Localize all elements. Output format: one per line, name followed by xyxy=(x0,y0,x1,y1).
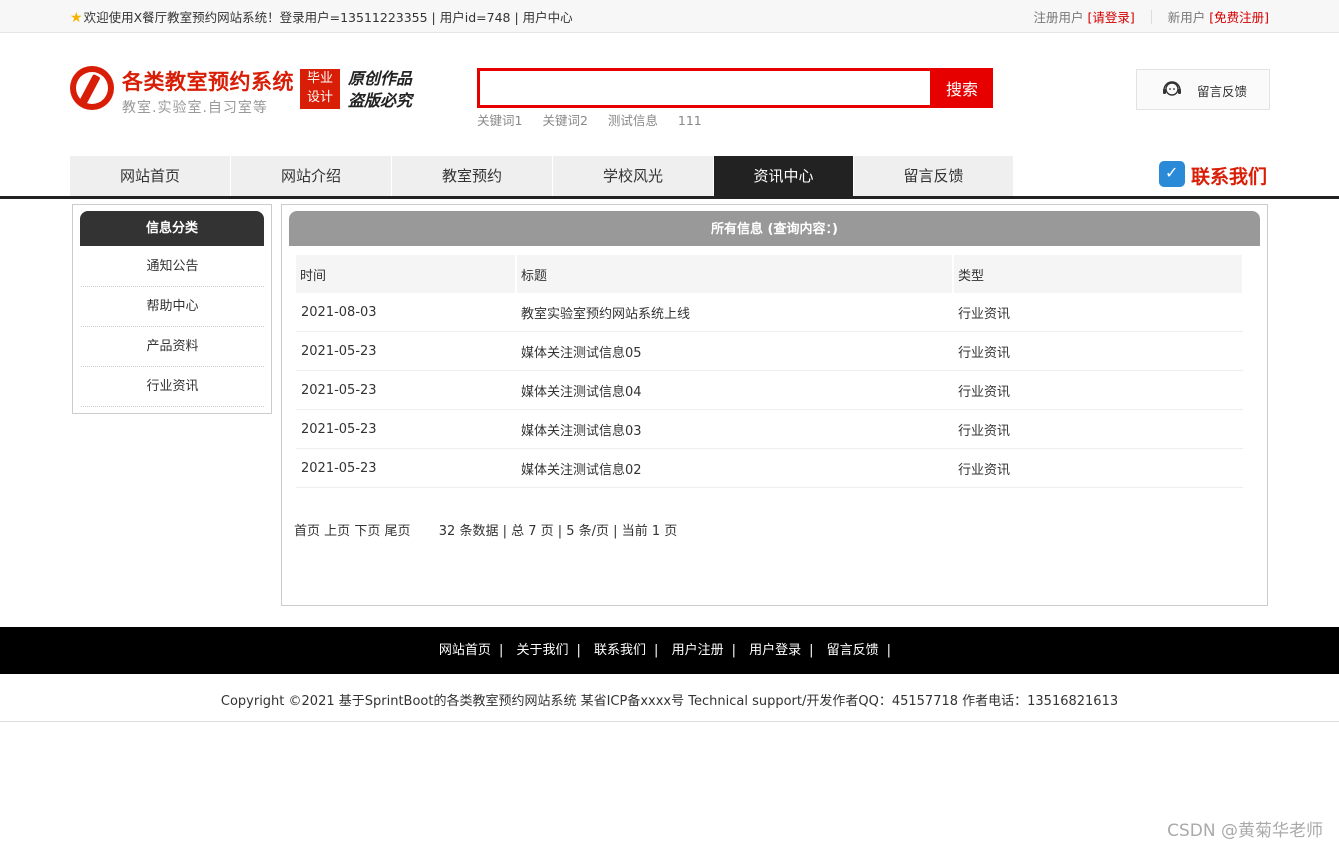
account-links: 注册用户 [请登录] 新用户 [免费注册] xyxy=(1033,7,1269,26)
cell-type: 行业资讯 xyxy=(953,370,1243,410)
logo-icon xyxy=(70,66,114,110)
cell-date: 2021-05-23 xyxy=(296,370,516,410)
cell-date: 2021-05-23 xyxy=(296,448,516,488)
seal-line-2: 盗版必究 xyxy=(348,91,413,110)
category-sidebar: 信息分类 通知公告 帮助中心 产品资料 行业资讯 xyxy=(72,204,272,414)
cell-date: 2021-05-23 xyxy=(296,409,516,449)
top-bar: ★欢迎使用X餐厅教室预约网站系统！登录用户=13511223355 | 用户id… xyxy=(0,0,1339,33)
sidebar-item-industry[interactable]: 行业资讯 xyxy=(81,367,264,407)
table-header-row: 时间 标题 类型 xyxy=(296,255,1244,293)
search-button[interactable]: 搜索 xyxy=(931,68,993,108)
reg-user-label: 注册用户 xyxy=(1033,10,1084,25)
sidebar-item-help[interactable]: 帮助中心 xyxy=(81,287,264,327)
column-header-time: 时间 xyxy=(296,255,517,293)
sidebar-title: 信息分类 xyxy=(80,211,264,246)
cell-type: 行业资讯 xyxy=(953,409,1243,449)
new-user-label: 新用户 xyxy=(1167,10,1206,25)
nav-home[interactable]: 网站首页 xyxy=(70,156,231,196)
table-row: 2021-05-23 媒体关注测试信息03 行业资讯 xyxy=(296,409,1243,449)
column-header-title: 标题 xyxy=(516,255,954,293)
footer-divider xyxy=(0,721,1339,722)
nav-news[interactable]: 资讯中心 xyxy=(714,156,854,196)
panel-header: 所有信息 (查询内容：) xyxy=(289,211,1260,246)
pagination: 首页 上页 下页 尾页 32 条数据 | 总 7 页 | 5 条/页 | 当前 … xyxy=(294,520,677,539)
first-page-link[interactable]: 首页 xyxy=(294,524,320,539)
phone-check-icon xyxy=(1159,161,1185,187)
cell-type: 行业资讯 xyxy=(953,293,1243,332)
hot-keyword[interactable]: 测试信息 xyxy=(608,113,658,128)
footer-link-register[interactable]: 用户注册 xyxy=(672,643,724,658)
news-panel: 所有信息 (查询内容：) 时间 标题 类型 2021-08-03 教室实验室预约… xyxy=(281,204,1268,606)
copyright-text: Copyright ©2021 基于SprintBoot的各类教室预约网站系统 … xyxy=(220,694,1119,709)
original-work-seal: 原创作品 盗版必究 xyxy=(348,68,412,112)
cell-type: 行业资讯 xyxy=(953,448,1243,488)
sidebar-item-notice[interactable]: 通知公告 xyxy=(81,247,264,287)
last-page-link[interactable]: 尾页 xyxy=(384,524,410,539)
nav-underline xyxy=(0,196,1339,199)
logo-title: 各类教室预约系统 xyxy=(122,70,294,94)
hot-keyword[interactable]: 关键词1 xyxy=(477,113,522,128)
welcome-text: 欢迎使用X餐厅教室预约网站系统！登录用户=13511223355 | 用户id=… xyxy=(83,10,573,25)
sidebar-item-product[interactable]: 产品资料 xyxy=(81,327,264,367)
welcome-bar: ★欢迎使用X餐厅教室预约网站系统！登录用户=13511223355 | 用户id… xyxy=(70,7,573,26)
login-link[interactable]: [请登录] xyxy=(1088,10,1135,25)
nav-booking[interactable]: 教室预约 xyxy=(392,156,553,196)
hot-keywords: 关键词1 关键词2 测试信息 111 xyxy=(477,110,718,129)
star-icon: ★ xyxy=(70,10,83,26)
seal-line-1: 原创作品 xyxy=(348,69,413,88)
footer-nav: 网站首页 | 关于我们 | 联系我们 | 用户注册 | 用户登录 | 留言反馈 | xyxy=(0,627,1339,674)
footer-link-login[interactable]: 用户登录 xyxy=(749,643,801,658)
badge-line-2: 设计 xyxy=(306,90,333,105)
cell-title-link[interactable]: 媒体关注测试信息04 xyxy=(516,370,953,410)
news-table: 时间 标题 类型 2021-08-03 教室实验室预约网站系统上线 行业资讯 2… xyxy=(296,255,1244,488)
graduation-badge: 毕业 设计 xyxy=(300,69,340,109)
main-nav: 网站首页 网站介绍 教室预约 学校风光 资讯中心 留言反馈 xyxy=(70,156,1014,196)
prev-page-link[interactable]: 上页 xyxy=(324,524,350,539)
pagination-summary: 32 条数据 | 总 7 页 | 5 条/页 | 当前 1 页 xyxy=(438,524,678,539)
search-bar: 搜索 xyxy=(477,68,993,108)
category-list: 通知公告 帮助中心 产品资料 行业资讯 xyxy=(81,247,264,407)
hot-keyword[interactable]: 111 xyxy=(678,113,702,128)
badge-line-1: 毕业 xyxy=(306,71,333,86)
cell-title-link[interactable]: 媒体关注测试信息02 xyxy=(516,448,953,488)
table-row: 2021-05-23 媒体关注测试信息04 行业资讯 xyxy=(296,370,1243,410)
table-row: 2021-08-03 教室实验室预约网站系统上线 行业资讯 xyxy=(296,293,1243,332)
cell-title-link[interactable]: 教室实验室预约网站系统上线 xyxy=(516,293,953,332)
watermark-text: CSDN @黄菊华老师 xyxy=(1167,821,1323,841)
search-input[interactable] xyxy=(477,68,933,108)
cell-title-link[interactable]: 媒体关注测试信息05 xyxy=(516,331,953,371)
footer-link-home[interactable]: 网站首页 xyxy=(439,643,491,658)
next-page-link[interactable]: 下页 xyxy=(354,524,380,539)
headset-icon xyxy=(1163,81,1181,96)
register-link[interactable]: [免费注册] xyxy=(1209,10,1269,25)
feedback-button[interactable]: 留言反馈 xyxy=(1136,69,1270,110)
divider xyxy=(1150,10,1152,24)
nav-scenery[interactable]: 学校风光 xyxy=(553,156,714,196)
contact-us-label: 联系我们 xyxy=(1191,166,1268,188)
footer-link-about[interactable]: 关于我们 xyxy=(516,643,568,658)
nav-about[interactable]: 网站介绍 xyxy=(231,156,392,196)
hot-keyword[interactable]: 关键词2 xyxy=(542,113,587,128)
table-row: 2021-05-23 媒体关注测试信息05 行业资讯 xyxy=(296,331,1243,371)
footer-link-contact[interactable]: 联系我们 xyxy=(594,643,646,658)
cell-date: 2021-08-03 xyxy=(296,293,516,332)
nav-feedback[interactable]: 留言反馈 xyxy=(854,156,1014,196)
cell-title-link[interactable]: 媒体关注测试信息03 xyxy=(516,409,953,449)
logo-subtitle: 教室.实验室.自习室等 xyxy=(122,100,268,116)
feedback-label: 留言反馈 xyxy=(1197,84,1248,99)
contact-us-link[interactable]: 联系我们 xyxy=(1159,160,1269,190)
column-header-type: 类型 xyxy=(953,255,1244,293)
site-logo[interactable]: 各类教室预约系统 教室.实验室.自习室等 毕业 设计 原创作品 盗版必究 xyxy=(70,66,430,118)
cell-type: 行业资讯 xyxy=(953,331,1243,371)
cell-date: 2021-05-23 xyxy=(296,331,516,371)
footer-link-feedback[interactable]: 留言反馈 xyxy=(827,643,879,658)
table-row: 2021-05-23 媒体关注测试信息02 行业资讯 xyxy=(296,448,1243,488)
